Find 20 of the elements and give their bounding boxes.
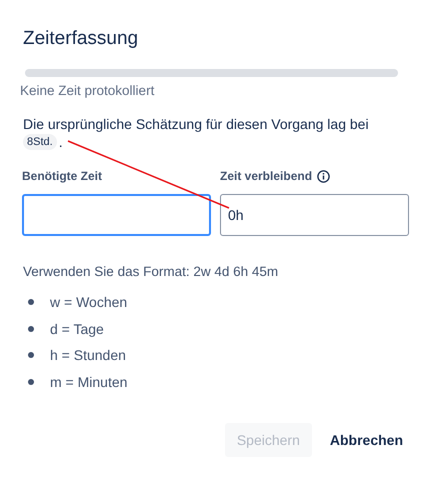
unit-item: h = Stunden <box>50 347 126 364</box>
unit-item: d = Tage <box>50 320 104 337</box>
info-icon[interactable] <box>317 170 330 182</box>
progress-caption: Keine Zeit protokolliert <box>20 83 156 98</box>
unit-item: w = Wochen <box>50 294 128 310</box>
estimate-suffix: . <box>58 134 63 150</box>
dialog-title: Zeiterfassung <box>23 28 140 51</box>
format-hint: Verwenden Sie das Format: 2w 4d 6h 45m <box>23 264 280 279</box>
field-label: Benötigte Zeit <box>22 169 102 183</box>
unit-item: m = Minuten <box>50 374 128 390</box>
bullet-icon <box>28 326 34 332</box>
cancel-button[interactable]: Abbrechen <box>318 423 415 457</box>
bullet-icon <box>28 299 34 306</box>
bullet-icon <box>28 352 34 358</box>
estimate-badge: 8Std. <box>23 134 57 150</box>
input-field[interactable]: 0h <box>220 194 409 236</box>
field-label: Zeit verbleibend <box>220 169 312 183</box>
estimate-text: Die ursprüngliche Schätzung für diesen Vorgang lag bei <box>23 116 369 132</box>
input-field[interactable] <box>22 194 211 236</box>
bullet-icon <box>28 378 34 385</box>
